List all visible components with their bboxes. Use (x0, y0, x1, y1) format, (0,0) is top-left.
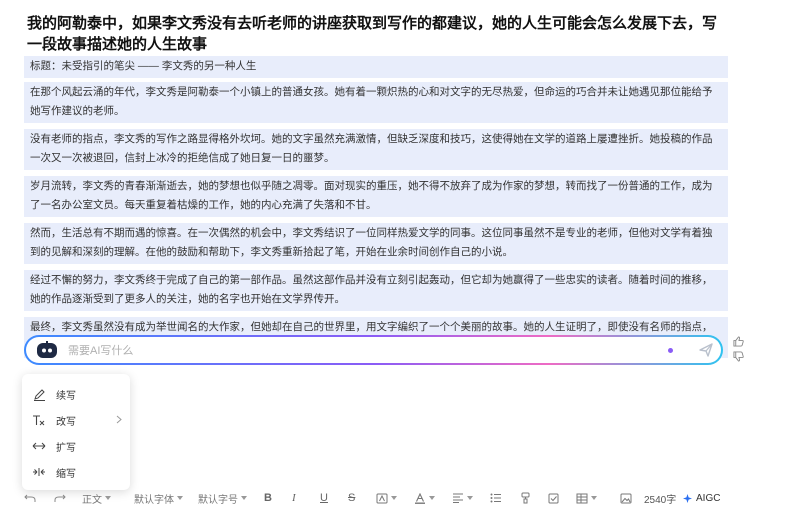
menu-item-expand[interactable]: 扩写 (22, 433, 130, 459)
bold-icon: B (264, 492, 272, 504)
checkbox-icon (548, 493, 559, 503)
image-icon (620, 493, 632, 503)
expand-icon (32, 439, 46, 453)
shrink-icon (32, 465, 46, 479)
redo-button[interactable] (54, 493, 82, 503)
ai-robot-icon (37, 341, 57, 358)
feedback-icons (733, 336, 745, 366)
table-icon (576, 493, 588, 503)
table-button[interactable] (576, 493, 620, 504)
underline-icon: U (320, 492, 328, 504)
aigc-badge[interactable]: AIGC (682, 493, 720, 504)
checklist-button[interactable] (548, 493, 576, 504)
chevron-right-icon (116, 415, 122, 424)
caret-down-icon (591, 496, 597, 500)
continue-write-icon (32, 387, 46, 401)
ai-prompt-input[interactable] (66, 340, 630, 362)
italic-button[interactable]: I (292, 492, 320, 504)
font-color-icon (415, 492, 425, 504)
bullet-list-icon (490, 493, 501, 503)
document-title: 我的阿勒泰中，如果李文秀没有去听老师的讲座获取到写作的都建议，她的人生可能会怎么… (27, 15, 718, 53)
ai-status-dot (668, 348, 673, 353)
highlight-icon (376, 493, 388, 503)
undo-button[interactable] (24, 493, 54, 503)
font-family-value: 默认字体 (134, 494, 174, 506)
bold-button[interactable]: B (264, 492, 292, 504)
font-color-button[interactable] (414, 492, 452, 504)
menu-item-shrink[interactable]: 缩写 (22, 459, 130, 485)
menu-item-label: 改写 (56, 416, 76, 428)
caret-down-icon (429, 496, 435, 500)
ai-action-menu: 续写 改写 扩写 缩写 (22, 374, 130, 490)
menu-item-label: 续写 (56, 390, 76, 402)
paragraph[interactable]: 在那个风起云涌的年代，李文秀是阿勒泰一个小镇上的普通女孩。她有着一颗炽热的心和对… (24, 82, 728, 123)
paragraph[interactable]: 岁月流转，李文秀的青春渐渐逝去，她的梦想也似乎随之凋零。面对现实的重压，她不得不… (24, 176, 728, 217)
menu-item-label: 缩写 (56, 468, 76, 480)
paragraph[interactable]: 经过不懈的努力，李文秀终于完成了自己的第一部作品。虽然这部作品并没有立刻引起轰动… (24, 270, 728, 311)
thumbs-down-icon[interactable] (733, 351, 744, 362)
format-painter-button[interactable] (520, 492, 548, 504)
highlight-button[interactable] (376, 493, 414, 504)
strikethrough-button[interactable]: S (348, 492, 376, 504)
menu-item-rewrite[interactable]: 改写 (22, 407, 130, 433)
menu-item-continue[interactable]: 续写 (22, 381, 130, 407)
undo-icon (24, 494, 36, 502)
bullet-list-button[interactable] (490, 493, 520, 503)
format-painter-icon (521, 492, 530, 504)
menu-item-label: 扩写 (56, 442, 76, 454)
caret-down-icon (391, 496, 397, 500)
paragraph[interactable]: 然而，生活总有不期而遇的惊喜。在一次偶然的机会中，李文秀结识了一位同样热爱文学的… (24, 223, 728, 264)
image-button[interactable] (620, 493, 644, 504)
caret-down-icon (467, 496, 473, 500)
font-family-select[interactable]: 默认字体 (134, 491, 198, 506)
paragraph-title[interactable]: 标题：未受指引的笔尖 —— 李文秀的另一种人生 (24, 56, 728, 78)
paragraph-style-select[interactable]: 正文 (82, 491, 134, 506)
font-size-select[interactable]: 默认字号 (198, 491, 264, 506)
editor-toolbar: 正文 默认字体 默认字号 B I U S 2540字 AIGC (24, 488, 764, 508)
underline-button[interactable]: U (320, 492, 348, 504)
aigc-label: AIGC (696, 492, 721, 504)
paragraph[interactable]: 没有老师的指点，李文秀的写作之路显得格外坎坷。她的文字虽然充满激情，但缺乏深度和… (24, 129, 728, 170)
align-button[interactable] (452, 493, 490, 503)
thumbs-up-icon[interactable] (733, 336, 744, 347)
align-left-icon (453, 493, 463, 503)
rewrite-icon (32, 413, 46, 427)
ai-prompt-inner (26, 337, 721, 363)
caret-down-icon (241, 496, 247, 500)
strikethrough-icon: S (348, 492, 356, 504)
paragraph-style-value: 正文 (82, 494, 102, 506)
caret-down-icon (177, 496, 183, 500)
font-size-value: 默认字号 (198, 494, 238, 506)
ai-prompt-bar (24, 335, 723, 365)
document-content: 标题：未受指引的笔尖 —— 李文秀的另一种人生 在那个风起云涌的年代，李文秀是阿… (24, 56, 728, 364)
aigc-icon (683, 493, 692, 503)
redo-icon (54, 494, 66, 502)
caret-down-icon (105, 496, 111, 500)
italic-icon: I (292, 492, 296, 504)
send-icon[interactable] (698, 342, 714, 358)
word-count: 2540字 (644, 494, 677, 506)
